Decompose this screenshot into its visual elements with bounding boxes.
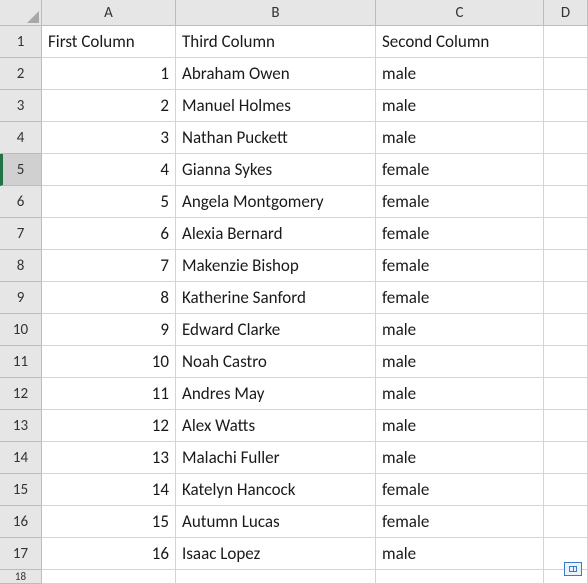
cell[interactable]: 7: [42, 250, 176, 282]
cell[interactable]: male: [376, 346, 544, 378]
cell[interactable]: [544, 442, 588, 474]
cell[interactable]: Manuel Holmes: [176, 90, 376, 122]
cell[interactable]: Katelyn Hancock: [176, 474, 376, 506]
row-header[interactable]: 1: [0, 26, 42, 58]
cell[interactable]: [544, 282, 588, 314]
row-header[interactable]: 11: [0, 346, 42, 378]
cell[interactable]: [544, 314, 588, 346]
cell[interactable]: male: [376, 442, 544, 474]
cell[interactable]: [544, 410, 588, 442]
col-header-C[interactable]: C: [376, 0, 544, 26]
cell[interactable]: female: [376, 506, 544, 538]
cell[interactable]: female: [376, 250, 544, 282]
row-header[interactable]: 14: [0, 442, 42, 474]
row-header[interactable]: 8: [0, 250, 42, 282]
cell[interactable]: [544, 186, 588, 218]
cell[interactable]: [544, 218, 588, 250]
cell[interactable]: [544, 250, 588, 282]
cell[interactable]: male: [376, 58, 544, 90]
cell[interactable]: Second Column: [376, 26, 544, 58]
cell[interactable]: male: [376, 538, 544, 570]
cell[interactable]: [544, 506, 588, 538]
cell[interactable]: [544, 378, 588, 410]
cell[interactable]: 14: [42, 474, 176, 506]
cell[interactable]: [544, 26, 588, 58]
cell[interactable]: Edward Clarke: [176, 314, 376, 346]
cell[interactable]: 15: [42, 506, 176, 538]
row-header[interactable]: 5: [0, 154, 42, 186]
row-header[interactable]: 2: [0, 58, 42, 90]
cell[interactable]: 2: [42, 90, 176, 122]
cell[interactable]: Andres May: [176, 378, 376, 410]
cell[interactable]: 13: [42, 442, 176, 474]
cell[interactable]: [42, 570, 176, 584]
cell[interactable]: female: [376, 218, 544, 250]
row-header[interactable]: 9: [0, 282, 42, 314]
cell[interactable]: 5: [42, 186, 176, 218]
cell[interactable]: 9: [42, 314, 176, 346]
cell[interactable]: female: [376, 474, 544, 506]
cell[interactable]: Autumn Lucas: [176, 506, 376, 538]
smart-tag-icon[interactable]: [564, 562, 582, 576]
cell[interactable]: First Column: [42, 26, 176, 58]
cell[interactable]: Malachi Fuller: [176, 442, 376, 474]
cell[interactable]: Alex Watts: [176, 410, 376, 442]
cell[interactable]: 16: [42, 538, 176, 570]
cell[interactable]: 3: [42, 122, 176, 154]
row-header[interactable]: 6: [0, 186, 42, 218]
row-header[interactable]: 15: [0, 474, 42, 506]
cell[interactable]: female: [376, 282, 544, 314]
row-header[interactable]: 3: [0, 90, 42, 122]
cell[interactable]: male: [376, 378, 544, 410]
col-header-D[interactable]: D: [544, 0, 588, 26]
row-header[interactable]: 7: [0, 218, 42, 250]
cell[interactable]: male: [376, 90, 544, 122]
cell[interactable]: male: [376, 410, 544, 442]
cell[interactable]: [376, 570, 544, 584]
cell[interactable]: 6: [42, 218, 176, 250]
row-header[interactable]: 4: [0, 122, 42, 154]
col-header-B[interactable]: B: [176, 0, 376, 26]
cell[interactable]: [176, 570, 376, 584]
cell[interactable]: 12: [42, 410, 176, 442]
cell[interactable]: 8: [42, 282, 176, 314]
row-header[interactable]: 10: [0, 314, 42, 346]
cell[interactable]: 11: [42, 378, 176, 410]
select-all-corner[interactable]: [0, 0, 42, 26]
cell[interactable]: Third Column: [176, 26, 376, 58]
cell[interactable]: Nathan Puckett: [176, 122, 376, 154]
row-header[interactable]: 13: [0, 410, 42, 442]
cell[interactable]: Abraham Owen: [176, 58, 376, 90]
cell[interactable]: 4: [42, 154, 176, 186]
row-header[interactable]: 18: [0, 570, 42, 584]
cell[interactable]: Isaac Lopez: [176, 538, 376, 570]
cell[interactable]: 1: [42, 58, 176, 90]
cell[interactable]: [544, 154, 588, 186]
cell[interactable]: Katherine Sanford: [176, 282, 376, 314]
cell[interactable]: [544, 474, 588, 506]
cell[interactable]: male: [376, 122, 544, 154]
cell[interactable]: [544, 122, 588, 154]
cell[interactable]: female: [376, 154, 544, 186]
cell[interactable]: Gianna Sykes: [176, 154, 376, 186]
cell[interactable]: [544, 346, 588, 378]
row-header[interactable]: 17: [0, 538, 42, 570]
cell[interactable]: [544, 90, 588, 122]
cell[interactable]: 10: [42, 346, 176, 378]
cell[interactable]: [544, 58, 588, 90]
col-header-A[interactable]: A: [42, 0, 176, 26]
cell[interactable]: Makenzie Bishop: [176, 250, 376, 282]
cell[interactable]: Noah Castro: [176, 346, 376, 378]
cell[interactable]: Alexia Bernard: [176, 218, 376, 250]
cell[interactable]: female: [376, 186, 544, 218]
row-header[interactable]: 16: [0, 506, 42, 538]
spreadsheet-grid[interactable]: A B C D 1First ColumnThird ColumnSecond …: [0, 0, 588, 584]
cell[interactable]: Angela Montgomery: [176, 186, 376, 218]
row-header[interactable]: 12: [0, 378, 42, 410]
cell[interactable]: male: [376, 314, 544, 346]
